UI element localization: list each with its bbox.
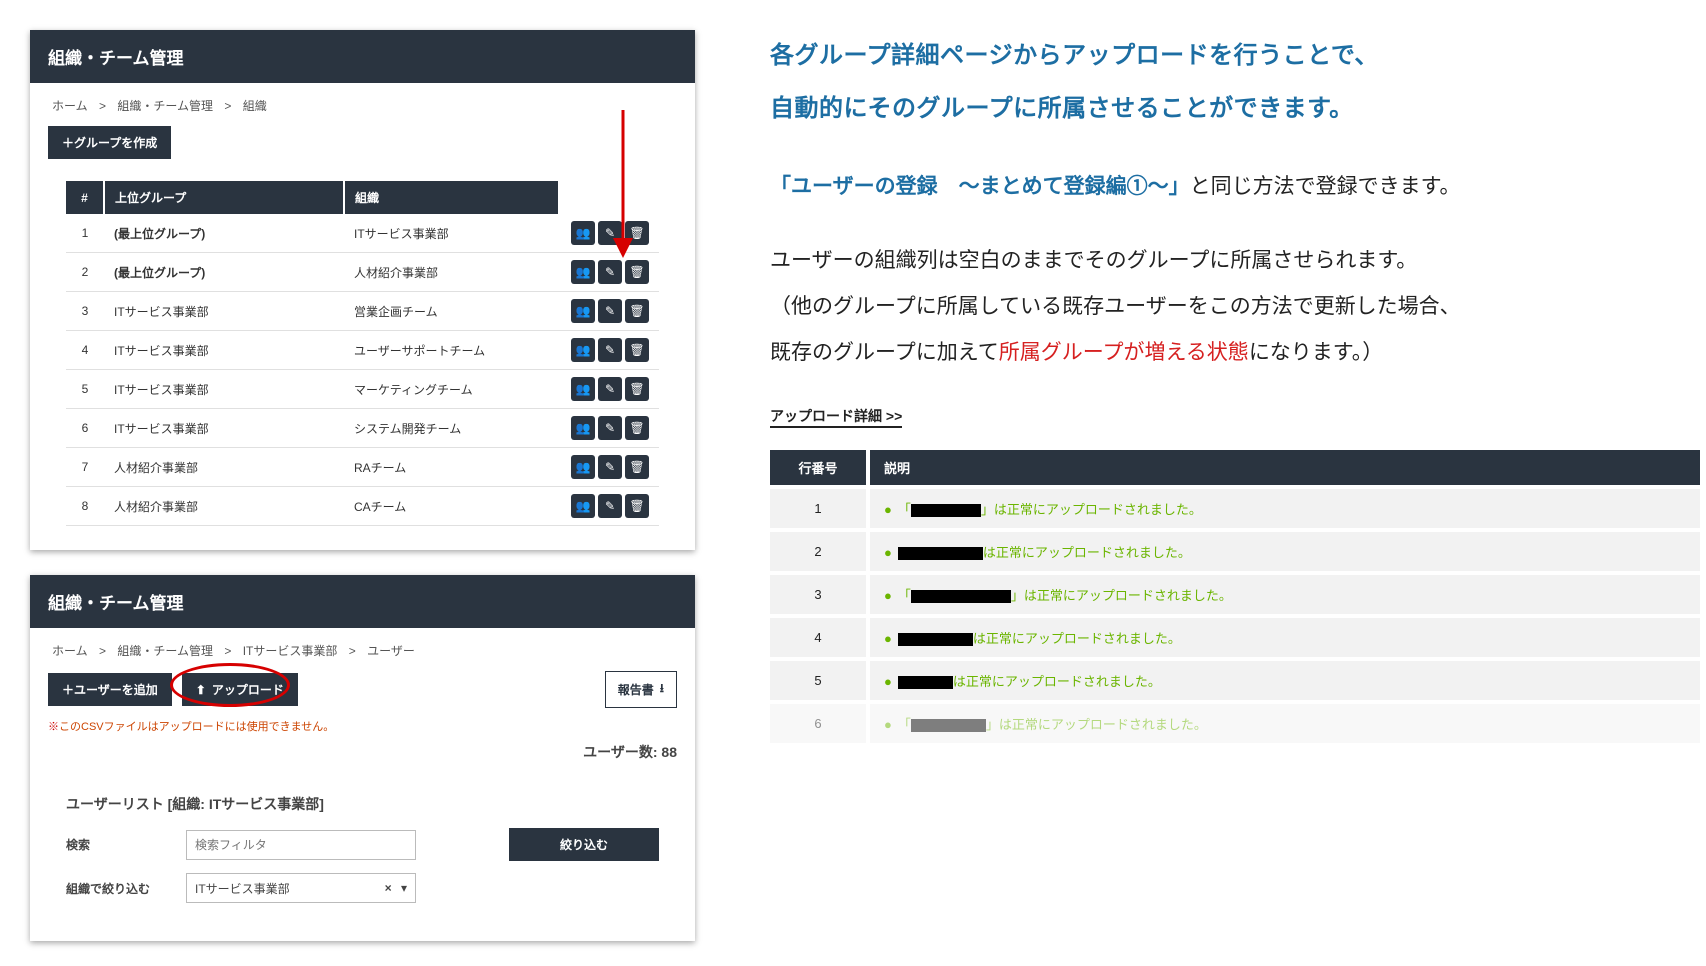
report-button[interactable]: 報告書 ⭳ <box>605 671 677 708</box>
download-icon: ⭳ <box>660 679 664 700</box>
log-row: 6●「」は正常にアップロードされました。 <box>770 704 1700 743</box>
table-row: 3ITサービス事業部営業企画チーム👥✎🗑 <box>66 292 659 331</box>
edit-icon[interactable]: ✎ <box>598 260 622 284</box>
trash-icon[interactable]: 🗑 <box>625 455 649 479</box>
table-row: 8人材紹介事業部CAチーム👥✎🗑 <box>66 487 659 526</box>
th-row-number: 行番号 <box>770 450 870 485</box>
upload-button[interactable]: ⬆ アップロード <box>182 673 298 706</box>
trash-icon[interactable]: 🗑 <box>625 221 649 245</box>
user-count: ユーザー数: 88 <box>48 742 677 762</box>
th-parent: 上位グループ <box>104 181 344 214</box>
narrow-button[interactable]: 絞り込む <box>509 828 659 861</box>
log-row: 5●は正常にアップロードされました。 <box>770 661 1700 700</box>
table-row: 2(最上位グループ)人材紹介事業部👥✎🗑 <box>66 253 659 292</box>
upload-icon: ⬆ <box>196 683 206 697</box>
th-org: 組織 <box>344 181 558 214</box>
org-panel-2: 組織・チーム管理 ホーム > 組織・チーム管理 > ITサービス事業部 > ユー… <box>30 575 695 941</box>
users-icon[interactable]: 👥 <box>571 377 595 401</box>
trash-icon[interactable]: 🗑 <box>625 260 649 284</box>
desc-blue-2: 自動的にそのグループに所属させることができます。 <box>770 83 1700 136</box>
edit-icon[interactable]: ✎ <box>598 455 622 479</box>
table-row: 7人材紹介事業部RAチーム👥✎🗑 <box>66 448 659 487</box>
edit-icon[interactable]: ✎ <box>598 494 622 518</box>
edit-icon[interactable]: ✎ <box>598 338 622 362</box>
trash-icon[interactable]: 🗑 <box>625 377 649 401</box>
org-filter-select[interactable]: ITサービス事業部 × ▾ <box>186 873 416 903</box>
panel2-title: 組織・チーム管理 <box>30 575 695 628</box>
th-description: 説明 <box>870 450 1700 485</box>
desc-line-5b: 既存のグループに加えて所属グループが増える状態になります。） <box>770 330 1700 376</box>
users-icon[interactable]: 👥 <box>571 299 595 323</box>
panel1-title: 組織・チーム管理 <box>30 30 695 83</box>
log-row: 3●「」は正常にアップロードされました。 <box>770 575 1700 614</box>
users-icon[interactable]: 👥 <box>571 338 595 362</box>
org-filter-label: 組織で絞り込む <box>66 880 186 897</box>
create-group-button[interactable]: ＋グループを作成 <box>48 126 171 159</box>
users-icon[interactable]: 👥 <box>571 455 595 479</box>
breadcrumb-2: ホーム > 組織・チーム管理 > ITサービス事業部 > ユーザー <box>48 642 677 659</box>
table-row: 6ITサービス事業部システム開発チーム👥✎🗑 <box>66 409 659 448</box>
table-row: 5ITサービス事業部マーケティングチーム👥✎🗑 <box>66 370 659 409</box>
breadcrumb-org: 組織 <box>243 99 267 113</box>
edit-icon[interactable]: ✎ <box>598 299 622 323</box>
trash-icon[interactable]: 🗑 <box>625 338 649 362</box>
add-user-button[interactable]: ＋ユーザーを追加 <box>48 673 172 706</box>
users-icon[interactable]: 👥 <box>571 221 595 245</box>
table-row: 1(最上位グループ)ITサービス事業部👥✎🗑 <box>66 214 659 253</box>
users-icon[interactable]: 👥 <box>571 494 595 518</box>
user-list-title: ユーザーリスト [組織: ITサービス事業部] <box>66 794 659 814</box>
breadcrumb-org-mgmt[interactable]: 組織・チーム管理 <box>117 99 213 113</box>
users-icon[interactable]: 👥 <box>571 260 595 284</box>
users-icon[interactable]: 👥 <box>571 416 595 440</box>
search-input[interactable] <box>186 830 416 860</box>
chevron-down-icon: ▾ <box>401 881 407 895</box>
edit-icon[interactable]: ✎ <box>598 416 622 440</box>
trash-icon[interactable]: 🗑 <box>625 416 649 440</box>
desc-line-3: 「ユーザーの登録 ～まとめて登録編①～」と同じ方法で登録できます。 <box>770 164 1700 210</box>
search-label: 検索 <box>66 836 186 853</box>
clear-icon[interactable]: × <box>385 881 392 895</box>
explanation-column: 各グループ詳細ページからアップロードを行うことで、 自動的にそのグループに所属さ… <box>770 30 1700 747</box>
upload-log-table: 行番号 説明 1●「」は正常にアップロードされました。 2●は正常にアップロードさ… <box>770 446 1700 747</box>
trash-icon[interactable]: 🗑 <box>625 299 649 323</box>
trash-icon[interactable]: 🗑 <box>625 494 649 518</box>
log-row: 4●は正常にアップロードされました。 <box>770 618 1700 657</box>
upload-detail-link[interactable]: アップロード詳細 >> <box>770 406 902 428</box>
th-index: # <box>66 181 104 214</box>
breadcrumb: ホーム > 組織・チーム管理 > 組織 <box>48 97 677 114</box>
desc-line-5a: （他のグループに所属している既存ユーザーをこの方法で更新した場合、 <box>770 284 1700 330</box>
edit-icon[interactable]: ✎ <box>598 377 622 401</box>
edit-icon[interactable]: ✎ <box>598 221 622 245</box>
table-row: 4ITサービス事業部ユーザーサポートチーム👥✎🗑 <box>66 331 659 370</box>
desc-line-4: ユーザーの組織列は空白のままでそのグループに所属させられます。 <box>770 238 1700 284</box>
org-table: # 上位グループ 組織 1(最上位グループ)ITサービス事業部👥✎🗑2(最上位グ… <box>66 181 659 526</box>
org-panel-1: 組織・チーム管理 ホーム > 組織・チーム管理 > 組織 ＋グループを作成 # … <box>30 30 695 550</box>
log-row: 1●「」は正常にアップロードされました。 <box>770 489 1700 528</box>
desc-blue-1: 各グループ詳細ページからアップロードを行うことで、 <box>770 30 1700 83</box>
csv-note: ※このCSVファイルはアップロードには使用できません。 <box>48 718 677 734</box>
breadcrumb-home[interactable]: ホーム <box>52 99 88 113</box>
log-row: 2●は正常にアップロードされました。 <box>770 532 1700 571</box>
